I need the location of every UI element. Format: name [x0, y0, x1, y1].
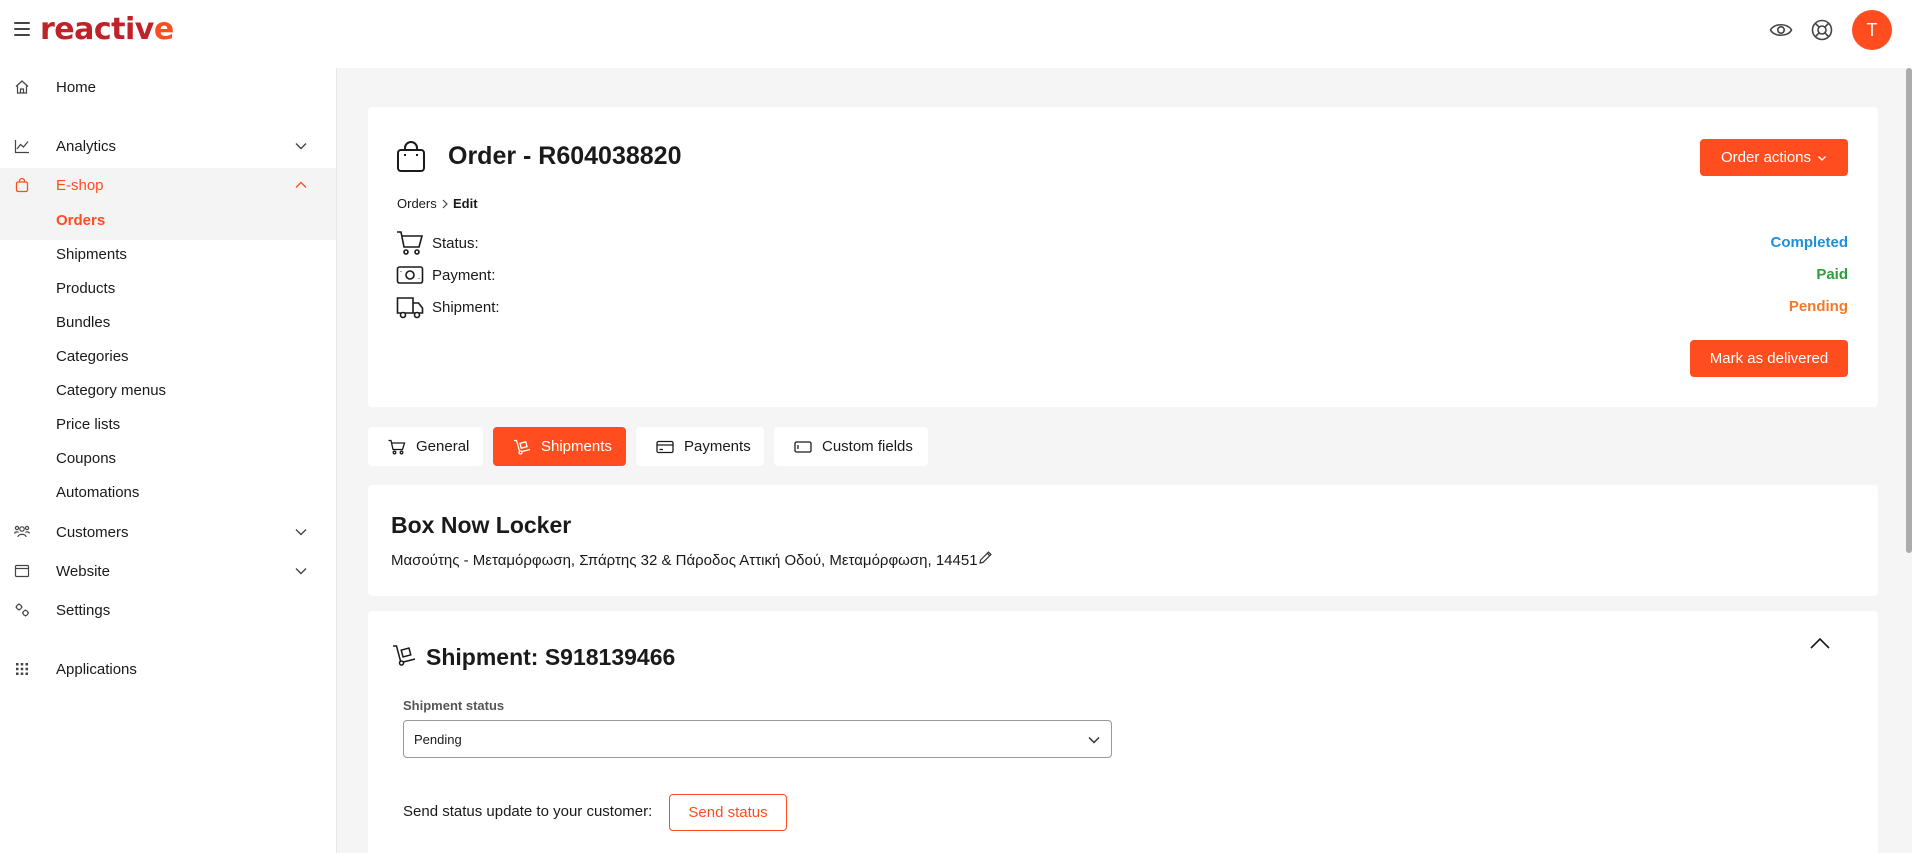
order-actions-label: Order actions [1720, 149, 1812, 166]
tab-custom-fields[interactable]: Custom fields [774, 427, 928, 466]
avatar[interactable]: T [1852, 10, 1892, 50]
logo[interactable]: reactive [40, 12, 174, 47]
sidebar-item-label: Website [56, 562, 110, 580]
breadcrumb-orders-link[interactable]: Orders [397, 196, 437, 211]
shipping-address: Μασούτης - Μεταμόρφωση, Σπάρτης 32 & Πάρ… [391, 552, 978, 569]
hamburger-menu-icon[interactable] [14, 22, 30, 36]
sidebar-subitem-price-lists[interactable]: Price lists [56, 413, 120, 437]
sidebar-subitem-automations[interactable]: Automations [56, 481, 139, 505]
sidebar-subitem-products[interactable]: Products [56, 277, 115, 301]
top-bar: reactive T [0, 0, 1912, 68]
mark-as-delivered-label: Mark as delivered [1709, 350, 1829, 367]
shipment-value: Pending [1788, 298, 1848, 315]
chevron-down-icon [295, 529, 307, 536]
chevron-up-icon[interactable] [1809, 635, 1831, 653]
tab-payments[interactable]: Payments [636, 427, 764, 466]
credit-card-icon [656, 440, 674, 453]
sidebar-item-label: Applications [56, 660, 137, 678]
sidebar-item-home[interactable]: Home [0, 68, 336, 106]
shipment-label: Shipment: [432, 299, 500, 316]
chevron-down-icon [295, 568, 307, 575]
tab-label: Shipments [541, 438, 612, 455]
users-icon [14, 525, 30, 538]
chevron-down-icon [1088, 736, 1100, 744]
home-icon [15, 80, 29, 94]
logo-text: reactiv [40, 12, 154, 47]
sidebar-item-label: E-shop [56, 176, 104, 194]
send-status-label: Send status update to your customer: [403, 803, 653, 820]
shipping-method-card [368, 485, 1878, 596]
send-status-button[interactable]: Send status [669, 794, 787, 831]
page-title: Order - R604038820 [448, 142, 682, 170]
chevron-up-icon [295, 181, 307, 188]
sidebar-item-settings[interactable]: Settings [0, 591, 336, 629]
logo-cart-letter: e [153, 12, 174, 47]
banknote-icon [396, 266, 424, 284]
tab-label: General [416, 438, 470, 455]
shipment-status-label: Shipment status [403, 698, 505, 713]
chart-line-icon [14, 140, 29, 154]
sidebar-subitem-category-menus[interactable]: Category menus [56, 379, 166, 403]
sidebar-subitem-orders[interactable]: Orders [56, 209, 105, 233]
order-payment-row: Payment: Paid [396, 262, 1848, 290]
sidebar-item-label: Customers [56, 523, 129, 541]
sidebar-item-label: Settings [56, 601, 111, 619]
sidebar-subitem-shipments[interactable]: Shipments [56, 243, 127, 267]
eye-icon[interactable] [1769, 18, 1793, 42]
hand-truck-icon [393, 645, 416, 666]
sidebar-item-label: Home [56, 78, 97, 96]
sidebar-item-website[interactable]: Website [0, 552, 336, 590]
chevron-down-icon [1818, 155, 1826, 161]
shipment-status-select[interactable]: Pending [403, 720, 1112, 758]
tab-label: Custom fields [822, 438, 913, 455]
order-actions-button[interactable]: Order actions [1700, 139, 1848, 176]
sidebar: Home Analytics E-shop Orders Shipments P… [0, 68, 337, 853]
payment-label: Payment: [432, 267, 496, 284]
tab-label: Payments [684, 438, 751, 455]
status-label: Status: [432, 235, 479, 252]
cart-icon [388, 439, 406, 454]
order-status-row: Status: Completed [396, 230, 1848, 258]
order-shipment-row: Shipment: Pending [396, 294, 1848, 322]
sidebar-item-eshop[interactable]: E-shop [0, 166, 336, 204]
breadcrumb-current: Edit [453, 196, 478, 211]
lifebuoy-icon[interactable] [1810, 18, 1834, 42]
sidebar-item-applications[interactable]: Applications [0, 650, 336, 688]
cart-icon [397, 231, 424, 255]
shipping-method-title: Box Now Locker [391, 512, 572, 538]
shipment-status-value: Pending [414, 732, 462, 747]
pencil-icon[interactable] [978, 550, 993, 565]
mark-as-delivered-button[interactable]: Mark as delivered [1690, 340, 1848, 377]
shopping-bag-icon [397, 141, 425, 172]
shopping-bag-icon [15, 177, 29, 193]
sidebar-subitem-bundles[interactable]: Bundles [56, 311, 110, 335]
status-value: Completed [1770, 234, 1848, 251]
input-field-icon [794, 440, 812, 453]
hand-truck-icon [514, 439, 531, 455]
payment-value: Paid [1816, 266, 1848, 283]
send-status-button-label: Send status [688, 804, 768, 821]
sidebar-subitem-coupons[interactable]: Coupons [56, 447, 116, 471]
tab-shipments[interactable]: Shipments [493, 427, 626, 466]
tab-general[interactable]: General [368, 427, 483, 466]
truck-icon [396, 297, 424, 319]
avatar-initial: T [1866, 19, 1878, 40]
shipment-title: Shipment: S918139466 [426, 644, 676, 670]
chevron-right-icon [442, 199, 448, 209]
chevron-down-icon [295, 143, 307, 150]
main-scrollbar[interactable] [1906, 68, 1912, 553]
settings-icon [15, 603, 29, 617]
sidebar-item-analytics[interactable]: Analytics [0, 127, 336, 165]
sidebar-item-label: Analytics [56, 137, 117, 155]
browser-icon [14, 564, 30, 578]
sidebar-item-customers[interactable]: Customers [0, 513, 336, 551]
grid-icon [16, 663, 28, 675]
sidebar-subitem-categories[interactable]: Categories [56, 345, 129, 369]
